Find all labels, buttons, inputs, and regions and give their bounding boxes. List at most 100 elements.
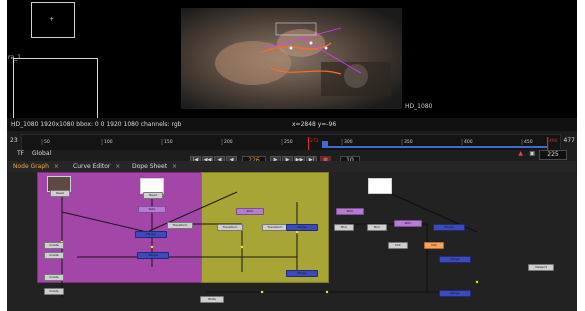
ips-value: TF: [17, 150, 25, 157]
timeline-tick-label: 100: [104, 139, 113, 145]
node-roto-4[interactable]: Roto: [394, 220, 422, 227]
tab-close-icon[interactable]: ×: [115, 163, 120, 170]
node-read-label: Read: [56, 191, 64, 195]
tab-node-graph[interactable]: Node Graph ×: [13, 161, 59, 172]
node-graph-wires: [60, 184, 479, 297]
tab-curve-editor[interactable]: Curve Editor ×: [73, 161, 120, 172]
node-merge-7[interactable]: Merge: [439, 290, 471, 297]
timeline-playhead: [322, 141, 328, 147]
node-roto[interactable]: Roto: [138, 206, 166, 213]
tab-dope-sheet-label: Dope Sheet: [132, 163, 168, 170]
node-grade[interactable]: Grade: [44, 242, 64, 249]
fps-field[interactable]: 225: [539, 150, 567, 160]
timeline-tick-label: 50: [44, 139, 50, 145]
timeline-ruler[interactable]: 50 100 150 200 250 300 350 400 450 272 490: [21, 134, 561, 150]
tab-close-icon[interactable]: ×: [54, 163, 59, 170]
node-merge[interactable]: Merge: [135, 231, 167, 238]
node-merge-5-label: Merge: [444, 225, 454, 229]
node-dot-2-label: Dot: [395, 243, 401, 247]
node-roto-4-label: Roto: [404, 221, 412, 225]
node-roto-2[interactable]: Roto: [236, 208, 264, 215]
transport-controls: |◀ ◀◀ ◀ ◀ 226 ▶ ▶ ▶▶ ▶| ■ 10: [190, 150, 400, 165]
timeline-start-frame: 23: [10, 137, 18, 144]
timeline-tick-label: 450: [524, 139, 533, 145]
viewer-right-label: HD_1080: [405, 103, 433, 110]
node-blur-2-label: Blur: [373, 225, 381, 229]
node-merge-2-label: Merge: [297, 225, 307, 229]
node-grade-3-label: Grade: [49, 275, 59, 279]
node-roto-2-label: Roto: [246, 209, 254, 213]
timeline-tick-label: 300: [344, 139, 353, 145]
fps-value: 225: [547, 151, 559, 158]
viewer-panel[interactable]: + ra_1: [7, 0, 577, 118]
read-thumbnail-3[interactable]: [368, 178, 392, 194]
node-roto-3[interactable]: Roto: [336, 208, 364, 215]
node-grade-label: Grade: [49, 243, 59, 247]
timeline[interactable]: 23 50 100 150 200 250 300 350 400 450 272 490 477 …: [7, 131, 577, 165]
node-dot[interactable]: Dot: [424, 242, 444, 249]
viewer-info-coords: x=2848 y=-96: [292, 121, 337, 128]
node-merge-4-label: Merge: [297, 271, 307, 275]
node-merge-2[interactable]: Merge: [286, 224, 318, 231]
lock-icon[interactable]: ▣: [529, 151, 535, 157]
viewer-image: [181, 8, 402, 109]
node-grade-2[interactable]: Grade: [44, 252, 64, 259]
timeline-end-frame: 477: [563, 137, 575, 144]
timeline-marker-label: 490: [549, 138, 558, 144]
node-write-label: Write: [208, 297, 216, 301]
node-transform[interactable]: Transform: [167, 222, 193, 229]
node-merge-3-label: Merge: [148, 253, 158, 257]
timeline-tick-label: 150: [164, 139, 173, 145]
node-read[interactable]: Read: [50, 190, 70, 197]
node-transform-3[interactable]: Transform: [262, 224, 288, 231]
tab-close-icon[interactable]: ×: [172, 163, 177, 170]
viewer-info-bar: HD_1080 1920x1080 bbox: 0 0 1920 1080 ch…: [7, 118, 577, 131]
node-merge-3[interactable]: Merge: [137, 252, 169, 259]
tab-dope-sheet[interactable]: Dope Sheet ×: [132, 161, 177, 172]
viewer-frame-edge-left: [13, 58, 14, 118]
viewer-info-left: HD_1080 1920x1080 bbox: 0 0 1920 1080 ch…: [11, 121, 182, 128]
ips-label: TF Global: [17, 150, 51, 157]
viewer-image-svg: [181, 8, 402, 109]
node-grade-4[interactable]: Grade: [44, 288, 64, 295]
node-merge-6[interactable]: Merge: [439, 256, 471, 263]
node-graph[interactable]: Read Read Roto Roto Roto Transform Trans…: [7, 172, 577, 311]
node-read-2[interactable]: Read: [143, 192, 163, 199]
viewer-cursor-glyph: +: [49, 16, 55, 23]
node-dot-2[interactable]: Dot: [388, 242, 408, 249]
node-transform-2[interactable]: Transform: [217, 224, 243, 231]
node-merge-4[interactable]: Merge: [286, 270, 318, 277]
node-merge-6-label: Merge: [450, 257, 460, 261]
node-grade-3[interactable]: Grade: [44, 274, 64, 281]
timeline-tick-label: 250: [284, 139, 293, 145]
view-mode: Global: [32, 150, 52, 157]
node-merge-5[interactable]: Merge: [433, 224, 465, 231]
node-viewer[interactable]: Viewer1: [528, 264, 554, 271]
timeline-ruler-svg: 50 100 150 200 250 300 350 400 450 272 490: [22, 137, 560, 150]
node-blur-2[interactable]: Blur: [367, 224, 387, 231]
node-transform-2-label: Transform: [222, 225, 238, 229]
timeline-tick-label: 350: [404, 139, 413, 145]
nuke-app: + ra_1: [7, 0, 577, 311]
warning-icon: ▲: [518, 150, 523, 157]
timeline-marker-label: 272: [310, 138, 319, 144]
viewer-frame-edge-right: [97, 58, 98, 118]
node-merge-label: Merge: [146, 232, 156, 236]
node-transform-label: Transform: [172, 223, 188, 227]
node-roto-label: Roto: [148, 207, 156, 211]
node-merge-7-label: Merge: [450, 291, 460, 295]
node-transform-3-label: Transform: [267, 225, 283, 229]
node-blur[interactable]: Blur: [334, 224, 354, 231]
node-grade-4-label: Grade: [49, 289, 59, 293]
panel-tabs: Node Graph × Curve Editor × Dope Sheet ×: [7, 161, 577, 172]
tab-node-graph-label: Node Graph: [13, 163, 49, 170]
tab-curve-editor-label: Curve Editor: [73, 163, 111, 170]
viewer-frame-edge-top: [13, 58, 97, 59]
node-roto-3-label: Roto: [346, 209, 354, 213]
node-viewer-label: Viewer1: [534, 265, 548, 269]
node-dot-label: Dot: [431, 243, 437, 247]
timeline-tick-label: 200: [224, 139, 233, 145]
node-write[interactable]: Write: [200, 296, 224, 303]
node-grade-2-label: Grade: [49, 253, 59, 257]
timeline-range-bar: [322, 146, 547, 148]
